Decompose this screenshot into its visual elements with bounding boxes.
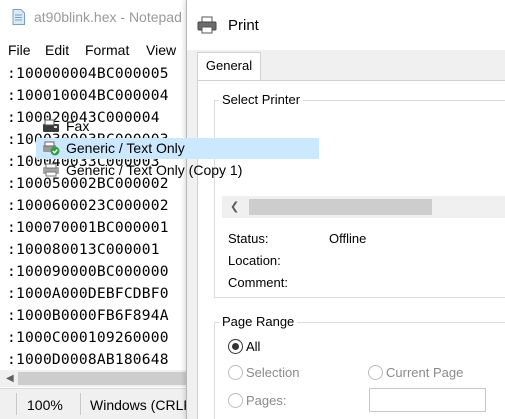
menu-edit[interactable]: Edit	[45, 42, 69, 58]
text-line: :1000D0008AB180648	[7, 351, 169, 368]
printer-list-scrollbar-thumb[interactable]	[249, 199, 432, 215]
print-dialog-title-bar[interactable]: Print	[187, 0, 505, 50]
notepad-title: at90blink.hex - Notepad	[34, 9, 182, 25]
notepad-title-bar[interactable]: at90blink.hex - Notepad	[0, 0, 200, 33]
menu-file[interactable]: File	[8, 42, 31, 58]
text-line: :100090000BC000000	[7, 263, 169, 280]
printer-icon	[197, 16, 217, 34]
menu-format[interactable]: Format	[85, 42, 129, 58]
text-line: :1000A000DEBFCDBF0	[7, 285, 169, 302]
tab-general[interactable]: General	[197, 52, 261, 81]
printer-name: Generic / Text Only	[66, 140, 185, 156]
comment-label: Comment:	[228, 275, 288, 290]
pages-radio-label[interactable]: Pages:	[246, 393, 286, 408]
text-line: :100070001BC000001	[7, 219, 169, 236]
fax-printer-icon	[43, 119, 59, 132]
printer-item-generic-text-only-copy-1[interactable]: Generic / Text Only (Copy 1)	[36, 160, 319, 181]
text-line: :1000C000109260000	[7, 329, 169, 346]
status-value: Offline	[329, 231, 367, 246]
status-label: Status:	[228, 231, 269, 246]
notepad-file-icon	[12, 9, 25, 25]
status-separator	[80, 393, 81, 415]
printer-item-generic-text-only[interactable]: Generic / Text Only	[36, 138, 319, 159]
notepad-horizontal-scrollbar[interactable]: ◀	[0, 370, 186, 387]
printer-name: Fax	[66, 118, 90, 134]
default-printer-icon	[43, 141, 60, 156]
text-line: :100080013C000001	[7, 241, 160, 258]
selection-radio[interactable]	[228, 365, 243, 380]
pages-input[interactable]	[369, 388, 486, 412]
printer-icon	[43, 163, 59, 177]
select-printer-label: Select Printer	[219, 92, 304, 107]
print-dialog-title: Print	[228, 17, 259, 34]
all-radio[interactable]	[228, 339, 243, 354]
status-separator	[16, 393, 17, 415]
line-ending-indicator: Windows (CRLF)	[90, 397, 197, 413]
zoom-level: 100%	[27, 397, 63, 413]
text-line: :100000004BC000005	[7, 65, 169, 82]
current-page-radio[interactable]	[368, 365, 383, 380]
all-radio-label[interactable]: All	[246, 339, 260, 354]
page-range-label: Page Range	[219, 314, 298, 329]
location-label: Location:	[228, 253, 281, 268]
notepad-scrollbar-thumb[interactable]	[18, 372, 186, 385]
selection-radio-label[interactable]: Selection	[246, 365, 299, 380]
printer-name: Generic / Text Only (Copy 1)	[66, 162, 243, 178]
current-page-radio-label[interactable]: Current Page	[386, 365, 463, 380]
notepad-window: at90blink.hex - Notepad File Edit Format…	[0, 0, 200, 419]
printer-list-horizontal-scrollbar[interactable]: ❮	[222, 196, 505, 218]
pages-radio[interactable]	[228, 393, 243, 408]
scroll-left-arrow-icon[interactable]: ❮	[230, 200, 239, 213]
text-line: :1000B0000FB6F894A	[7, 307, 169, 324]
notepad-status-bar: 100% Windows (CRLF)	[0, 388, 200, 419]
menu-view[interactable]: View	[146, 42, 176, 58]
notepad-menu-bar: File Edit Format View	[0, 40, 200, 62]
notepad-text-area[interactable]: :100000004BC000005 :100010004BC000004 :1…	[0, 64, 186, 368]
printer-item-fax[interactable]: Fax	[36, 116, 319, 137]
text-line: :100010004BC000004	[7, 87, 169, 104]
scroll-left-arrow-icon[interactable]: ◀	[6, 373, 14, 384]
text-line: :1000600023C000002	[7, 197, 169, 214]
